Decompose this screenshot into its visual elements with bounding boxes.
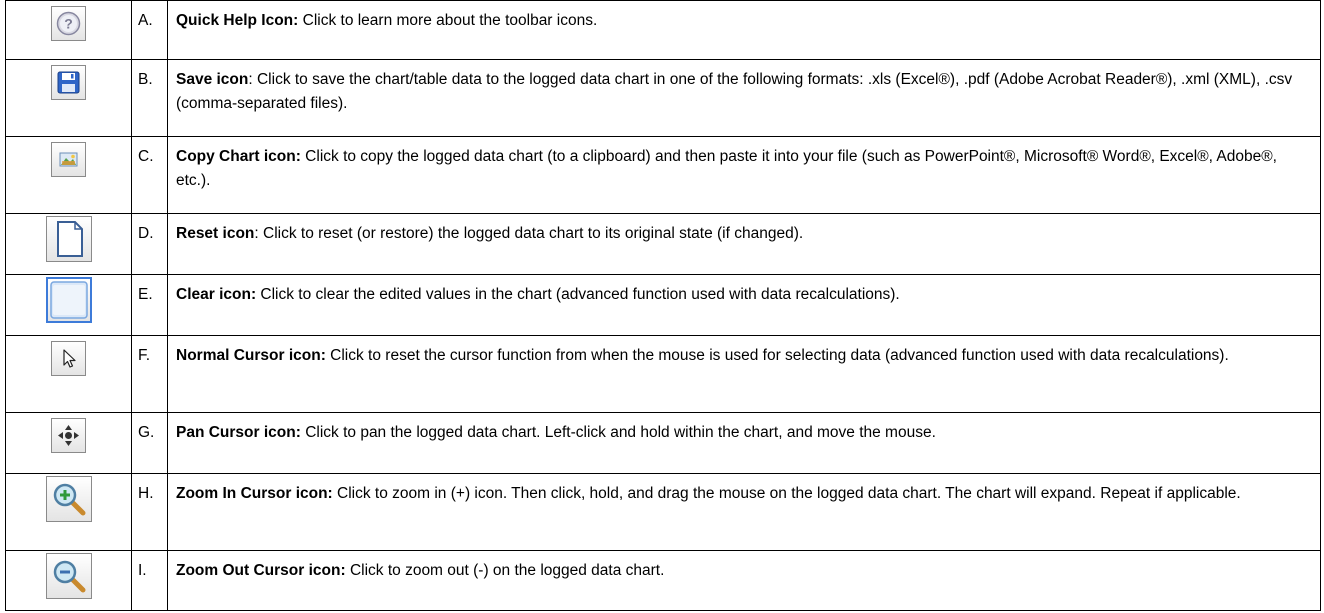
- row-term: Zoom In Cursor icon:: [176, 485, 333, 502]
- row-text: : Click to save the chart/table data to …: [176, 71, 1293, 112]
- save-icon[interactable]: [51, 65, 86, 100]
- row-description: Zoom In Cursor icon: Click to zoom in (+…: [167, 473, 1321, 551]
- row-term: Normal Cursor icon:: [176, 347, 326, 364]
- row-term: Clear icon:: [176, 286, 257, 303]
- zoom-in-icon[interactable]: [45, 476, 92, 522]
- row-text: Click to reset the cursor function from …: [325, 347, 1229, 364]
- table-row: D. Reset icon: Click to reset (or restor…: [5, 213, 1321, 275]
- table-row: E. Clear icon: Click to clear the edited…: [5, 274, 1321, 336]
- row-text: Click to zoom out (-) on the logged data…: [345, 562, 665, 579]
- row-text: Click to zoom in (+) icon. Then click, h…: [332, 485, 1241, 502]
- row-text: Click to pan the logged data chart. Left…: [300, 424, 936, 441]
- table-row: B. Save icon: Click to save the chart/ta…: [5, 59, 1321, 137]
- copy-chart-icon[interactable]: [51, 142, 86, 177]
- row-text: : Click to reset (or restore) the logged…: [254, 225, 804, 242]
- row-description: Normal Cursor icon: Click to reset the c…: [167, 335, 1321, 413]
- row-text: Click to copy the logged data chart (to …: [176, 148, 1277, 189]
- row-description: Quick Help Icon: Click to learn more abo…: [167, 0, 1321, 60]
- reset-icon[interactable]: [45, 216, 92, 262]
- zoom-out-icon[interactable]: [45, 553, 92, 599]
- row-description: Save icon: Click to save the chart/table…: [167, 59, 1321, 137]
- row-description: Pan Cursor icon: Click to pan the logged…: [167, 412, 1321, 474]
- table-row: H. Zoom In Cursor icon: Click to zoom in…: [5, 473, 1321, 551]
- row-text: Click to learn more about the toolbar ic…: [298, 12, 598, 29]
- help-icon[interactable]: ?: [51, 6, 86, 41]
- row-letter: I.: [131, 550, 168, 611]
- row-description: Reset icon: Click to reset (or restore) …: [167, 213, 1321, 275]
- clear-icon[interactable]: [45, 277, 92, 323]
- table-row: G. Pan Cursor icon: Click to pan the log…: [5, 412, 1321, 474]
- row-text: Click to clear the edited values in the …: [256, 286, 900, 303]
- row-letter: H.: [131, 473, 168, 551]
- table-row: I. Zoom Out Cursor icon: Click to zoom o…: [5, 550, 1321, 611]
- cursor-arrow-icon[interactable]: [51, 341, 86, 376]
- row-term: Zoom Out Cursor icon:: [176, 562, 346, 579]
- row-term: Copy Chart icon:: [176, 148, 301, 165]
- row-letter: D.: [131, 213, 168, 275]
- table-row: C. Copy Chart icon: Click to copy the lo…: [5, 136, 1321, 214]
- row-description: Zoom Out Cursor icon: Click to zoom out …: [167, 550, 1321, 611]
- row-term: Pan Cursor icon:: [176, 424, 301, 441]
- svg-text:?: ?: [64, 16, 73, 32]
- toolbar-icons-table: ? A. Quick Help Icon: Click to learn mor…: [5, 0, 1321, 611]
- row-letter: F.: [131, 335, 168, 413]
- row-description: Copy Chart icon: Click to copy the logge…: [167, 136, 1321, 214]
- table-row: F. Normal Cursor icon: Click to reset th…: [5, 335, 1321, 413]
- row-term: Quick Help Icon:: [176, 12, 299, 29]
- row-description: Clear icon: Click to clear the edited va…: [167, 274, 1321, 336]
- row-term: Save icon: [176, 71, 249, 88]
- row-letter: C.: [131, 136, 168, 214]
- row-term: Reset icon: [176, 225, 255, 242]
- row-letter: A.: [131, 0, 168, 60]
- pan-cursor-icon[interactable]: [51, 418, 86, 453]
- row-letter: B.: [131, 59, 168, 137]
- table-row: ? A. Quick Help Icon: Click to learn mor…: [5, 0, 1321, 60]
- row-letter: E.: [131, 274, 168, 336]
- row-letter: G.: [131, 412, 168, 474]
